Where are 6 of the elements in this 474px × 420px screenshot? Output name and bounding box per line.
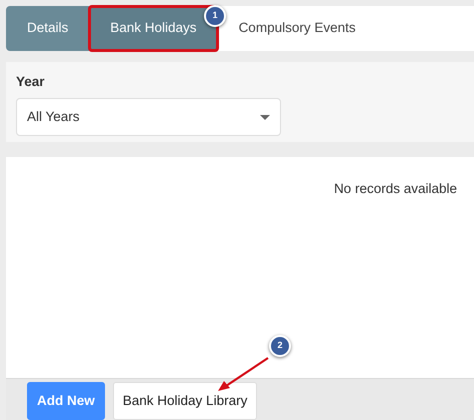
library-button[interactable]: Bank Holiday Library (112, 382, 258, 420)
year-dropdown[interactable]: All Years (16, 98, 281, 136)
filter-label: Year (16, 73, 45, 91)
tab[interactable]: Details (6, 6, 90, 51)
empty-message: No records available (334, 181, 457, 196)
dropdown-caret-icon (260, 114, 270, 120)
